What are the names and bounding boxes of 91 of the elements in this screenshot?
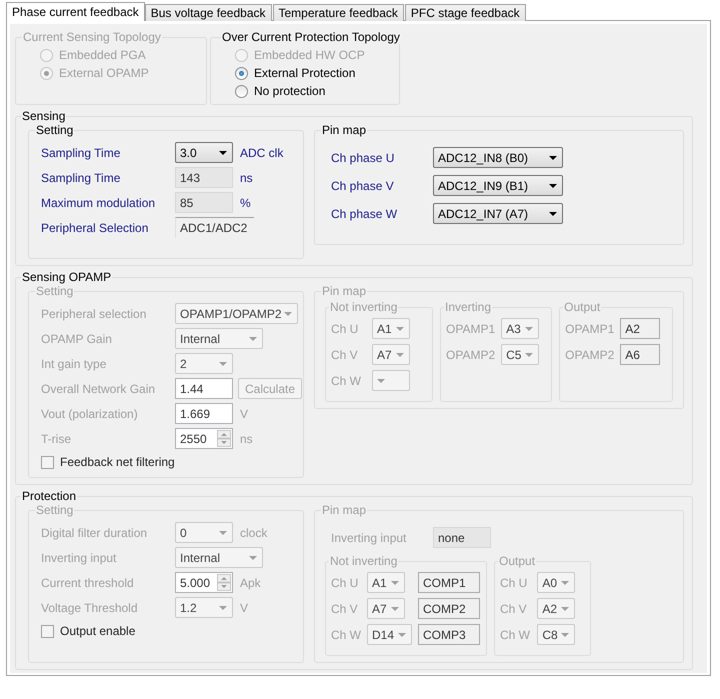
field-label: OPAMP2 xyxy=(565,348,614,362)
group-title: Not inverting xyxy=(329,554,398,568)
field-label: Ch W xyxy=(331,374,362,388)
text-field[interactable]: 85 xyxy=(175,192,233,213)
caret-icon xyxy=(549,212,557,216)
field-label: Ch phase V xyxy=(331,178,394,192)
unit-label: Apk xyxy=(240,576,261,590)
section-title: Sensing OPAMP xyxy=(21,270,112,284)
caret-icon xyxy=(549,156,557,160)
unit-label: V xyxy=(240,406,248,420)
field-label: Int gain type xyxy=(41,356,108,370)
caret-icon xyxy=(249,336,257,340)
caret-icon xyxy=(525,352,534,356)
field-label: Ch U xyxy=(500,576,528,590)
caret-icon xyxy=(377,378,385,382)
group-title: Setting xyxy=(35,503,74,517)
field-label: Vout (polarization) xyxy=(41,406,139,420)
dropdown[interactable]: ADC12_IN7 (A7) xyxy=(433,203,563,224)
field-label: OPAMP Gain xyxy=(41,332,113,346)
caret-icon xyxy=(219,362,227,366)
field-label: Voltage Threshold xyxy=(41,600,139,614)
section-title: Protection xyxy=(21,489,78,503)
field-label: Ch V xyxy=(331,348,359,362)
text-field[interactable]: 143 xyxy=(175,167,233,188)
field-label: Peripheral selection xyxy=(41,306,148,320)
radio-option[interactable]: External Protection xyxy=(235,64,391,82)
field-label: Current threshold xyxy=(41,576,135,590)
group-title: Current Sensing Topology xyxy=(22,30,162,44)
caret-icon xyxy=(391,580,399,584)
group-title: Setting xyxy=(35,123,74,137)
caret-icon xyxy=(549,184,557,188)
group-title: Pin map xyxy=(321,503,368,517)
caret-icon xyxy=(284,312,292,316)
caret-icon xyxy=(525,326,534,330)
text-field[interactable]: ADC1/ADC2 xyxy=(175,217,254,238)
unit-label: V xyxy=(240,600,248,614)
group-title: Pin map xyxy=(321,123,368,137)
caret-icon xyxy=(219,606,227,610)
group-title: Setting xyxy=(35,284,74,298)
group-title: Not inverting xyxy=(329,300,398,314)
group-title: Inverting xyxy=(444,300,492,314)
spinner-icon xyxy=(217,574,231,591)
field-label: Inverting input xyxy=(41,550,118,564)
tab[interactable]: Temperature feedback xyxy=(272,4,404,21)
group-title: Over Current Protection Topology xyxy=(221,30,401,44)
field-label: Ch V xyxy=(500,602,528,616)
group-title: Pin map xyxy=(321,284,368,298)
field-label: Ch phase W xyxy=(331,206,398,220)
caret-icon xyxy=(561,606,570,610)
unit-label: ns xyxy=(240,432,253,446)
tab[interactable]: Phase current feedback xyxy=(6,2,145,21)
field-label: Overall Network Gain xyxy=(41,382,156,396)
caret-icon xyxy=(561,632,570,636)
field-label: OPAMP1 xyxy=(446,322,496,336)
field-label: Digital filter duration xyxy=(41,526,148,540)
field-label: Ch U xyxy=(331,322,360,336)
field-label: OPAMP2 xyxy=(446,348,496,362)
dropdown[interactable]: ADC12_IN8 (B0) xyxy=(433,147,563,168)
field-label: Inverting input xyxy=(331,530,406,544)
unit-label: ADC clk xyxy=(240,146,284,160)
caret-icon xyxy=(219,530,227,534)
section-title: Sensing xyxy=(21,109,66,123)
unit-label: clock xyxy=(240,526,268,540)
field-label: Sampling Time xyxy=(41,146,122,160)
unit-label: ns xyxy=(240,170,253,184)
field-label: Ch V xyxy=(331,602,359,616)
tab[interactable]: Bus voltage feedback xyxy=(144,4,272,21)
field-label: Ch U xyxy=(331,576,360,590)
field-label: Ch W xyxy=(331,628,361,642)
unit-label: % xyxy=(240,196,251,210)
caret-icon xyxy=(396,326,404,330)
field-label: Ch W xyxy=(500,628,531,642)
field-label: Maximum modulation xyxy=(41,196,156,210)
tab[interactable]: PFC stage feedback xyxy=(404,4,526,21)
field-label: Peripheral Selection xyxy=(41,220,150,234)
caret-icon xyxy=(561,580,570,584)
dropdown[interactable]: ADC12_IN9 (B1) xyxy=(433,175,563,196)
field-label: OPAMP1 xyxy=(565,322,614,336)
group-title: Output xyxy=(498,554,536,568)
field-label: Sampling Time xyxy=(41,170,122,184)
group-title: Output xyxy=(563,300,602,314)
caret-icon xyxy=(396,352,404,356)
caret-icon xyxy=(249,556,257,560)
radio-option[interactable]: No protection xyxy=(235,82,391,100)
dropdown[interactable]: 3.0 xyxy=(175,142,233,163)
field-label: T-rise xyxy=(41,432,72,446)
field-label: Ch phase U xyxy=(331,150,394,164)
spinner-icon xyxy=(217,430,231,447)
caret-icon xyxy=(398,632,406,636)
caret-icon xyxy=(219,150,227,154)
caret-icon xyxy=(391,606,399,610)
